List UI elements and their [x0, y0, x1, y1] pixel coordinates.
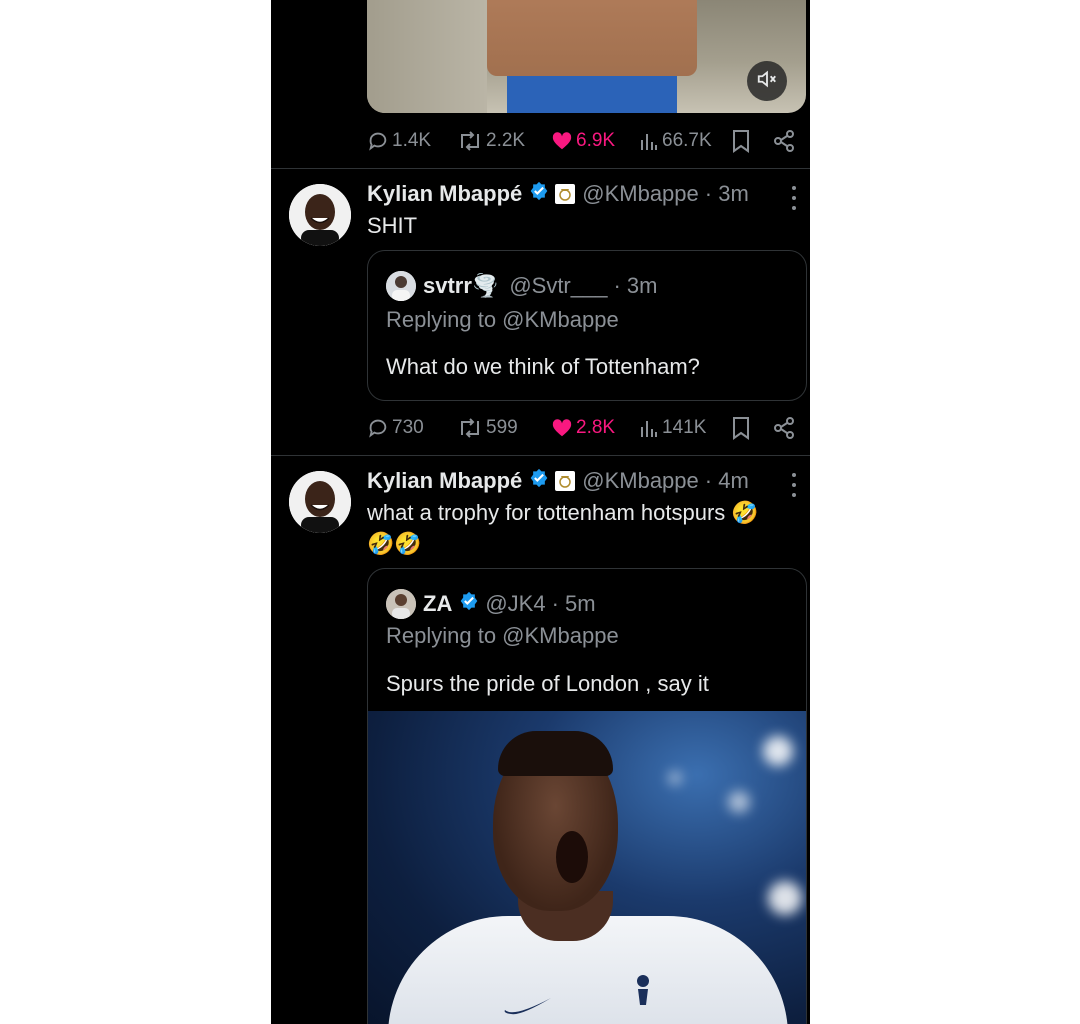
quoted-author-handle: @Svtr___	[509, 273, 608, 298]
retweet-button[interactable]: 2.2K	[457, 126, 525, 156]
more-options-icon[interactable]	[790, 186, 798, 210]
bookmark-button[interactable]	[731, 413, 751, 443]
author-name[interactable]: Kylian Mbappé	[367, 181, 522, 207]
like-button[interactable]: 2.8K	[551, 413, 615, 443]
quoted-text: What do we think of Tottenham?	[386, 354, 700, 379]
tweet-header: Kylian Mbappé @KMbappe · 3m	[367, 180, 749, 208]
reply-icon	[367, 130, 389, 152]
divider	[271, 168, 810, 169]
share-button[interactable]	[772, 126, 796, 156]
quoted-tweet[interactable]: svtrr🌪️ @Svtr___ · 3m Replying to @KMbap…	[367, 250, 807, 401]
tweet-actions: 730 599 2.8K 141K	[367, 413, 797, 443]
quoted-image[interactable]	[368, 711, 806, 1024]
views-bar-icon	[639, 417, 659, 439]
verified-badge-icon	[459, 591, 479, 617]
heart-filled-icon	[551, 417, 573, 439]
bookmark-button[interactable]	[731, 126, 751, 156]
views-button[interactable]: 141K	[639, 413, 706, 443]
quoted-text: Spurs the pride of London , say it	[386, 671, 709, 696]
avatar	[386, 589, 416, 619]
quoted-author-name: ZA	[423, 591, 453, 616]
author-handle[interactable]: @KMbappe	[582, 468, 699, 494]
quoted-header: svtrr🌪️ @Svtr___ · 3m	[386, 271, 657, 301]
nike-logo-icon	[503, 996, 553, 1021]
speaker-muted-icon	[756, 68, 778, 95]
retweet-icon	[457, 417, 483, 439]
timeline: 1.4K 2.2K 6.9K 66.7K Kylian Mbappé @KMba…	[271, 0, 810, 1024]
timestamp[interactable]: · 3m	[705, 181, 749, 207]
replying-to: Replying to @KMbappe	[386, 623, 619, 648]
more-options-icon[interactable]	[790, 473, 798, 497]
share-icon	[772, 416, 796, 440]
bookmark-icon	[731, 129, 751, 153]
quoted-author-handle: @JK4	[485, 591, 546, 616]
quoted-timestamp: · 3m	[613, 273, 658, 298]
like-button[interactable]: 6.9K	[551, 126, 615, 156]
author-handle[interactable]: @KMbappe	[582, 181, 699, 207]
quoted-header: ZA @JK4 · 5m	[386, 589, 596, 619]
retweet-icon	[457, 130, 483, 152]
club-crest-icon	[630, 971, 656, 1012]
reply-icon	[367, 417, 389, 439]
share-button[interactable]	[772, 413, 796, 443]
verified-badge-icon	[529, 468, 549, 494]
tweet-header: Kylian Mbappé @KMbappe · 4m	[367, 467, 749, 495]
tweet-text: what a trophy for tottenham hotspurs 🤣 🤣…	[367, 500, 759, 556]
author-name[interactable]: Kylian Mbappé	[367, 468, 522, 494]
quoted-tweet[interactable]: ZA @JK4 · 5m Replying to @KMbappe Spurs …	[367, 568, 807, 1024]
avatar[interactable]	[289, 471, 351, 533]
verified-badge-icon	[529, 181, 549, 207]
tweet-video[interactable]	[367, 0, 806, 113]
quoted-author-name: svtrr🌪️	[423, 273, 500, 298]
share-icon	[772, 129, 796, 153]
reply-button[interactable]: 730	[367, 413, 424, 443]
retweet-button[interactable]: 599	[457, 413, 518, 443]
timestamp[interactable]: · 4m	[705, 468, 749, 494]
tweet-text: SHIT	[367, 213, 418, 238]
mute-button[interactable]	[747, 61, 787, 101]
bookmark-icon	[731, 416, 751, 440]
club-crest-icon	[555, 184, 576, 204]
views-button[interactable]: 66.7K	[639, 126, 712, 156]
club-crest-icon	[555, 471, 576, 491]
tweet-actions: 1.4K 2.2K 6.9K 66.7K	[367, 126, 797, 156]
avatar	[386, 271, 416, 301]
views-bar-icon	[639, 130, 659, 152]
reply-button[interactable]: 1.4K	[367, 126, 431, 156]
heart-filled-icon	[551, 130, 573, 152]
divider	[271, 455, 810, 456]
quoted-timestamp: · 5m	[551, 591, 596, 616]
replying-to: Replying to @KMbappe	[386, 307, 619, 332]
avatar[interactable]	[289, 184, 351, 246]
